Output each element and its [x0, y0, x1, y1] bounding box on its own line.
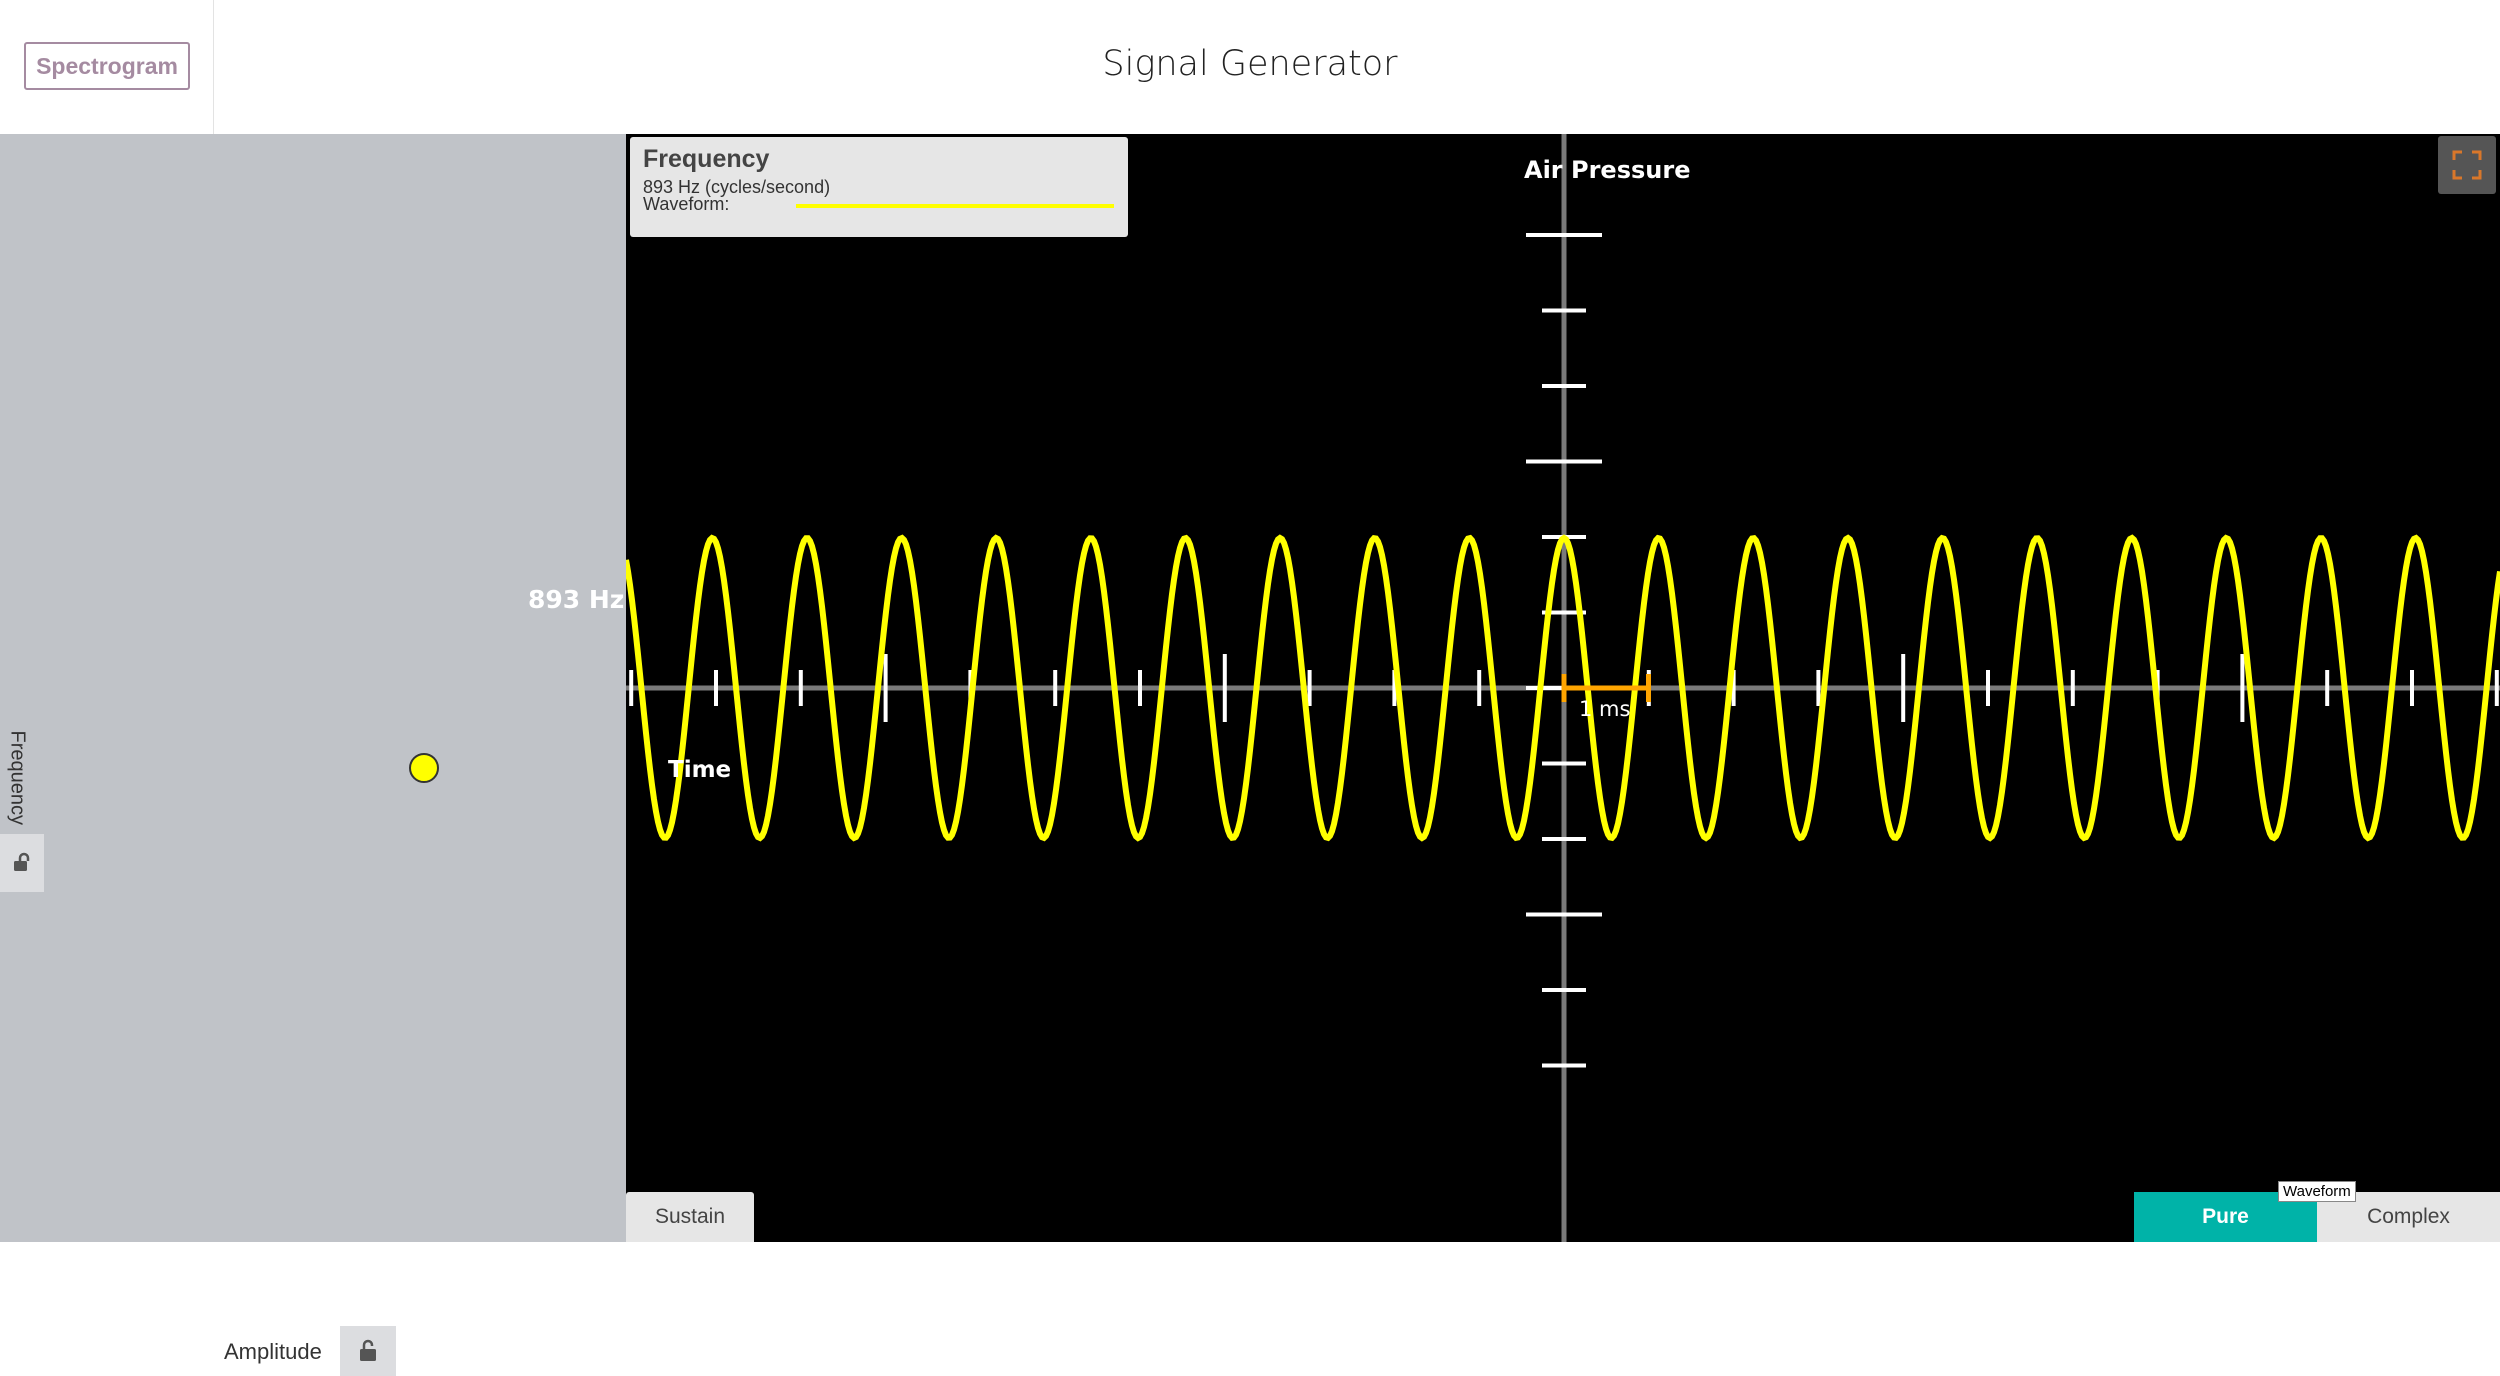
- frequency-amplitude-panel[interactable]: Frequency Amplitude: [0, 134, 626, 1376]
- waveform-swatch: [796, 204, 1114, 208]
- waveform-svg: Air Pressure Time 1 ms: [626, 134, 2500, 1242]
- x-axis-label: Time: [668, 757, 731, 783]
- amplitude-label: Amplitude: [224, 1339, 322, 1364]
- sustain-button[interactable]: Sustain: [626, 1192, 754, 1242]
- waveform-plot[interactable]: Air Pressure Time 1 ms: [626, 134, 2500, 1242]
- y-axis-label: Air Pressure: [1524, 156, 1690, 184]
- waveform-tooltip: Waveform: [2278, 1181, 2356, 1202]
- frequency-axis-label: Frequency: [6, 730, 29, 826]
- info-waveform-label: Waveform:: [643, 194, 730, 214]
- header: Spectrogram Signal Generator: [0, 0, 2500, 134]
- amplitude-lock-button[interactable]: [340, 1326, 396, 1376]
- page-title: Signal Generator: [1102, 44, 1398, 84]
- frequency-handle[interactable]: [409, 753, 439, 783]
- unlock-icon: [360, 1339, 376, 1361]
- lock-icon: [14, 852, 30, 871]
- fullscreen-button[interactable]: [2438, 136, 2496, 194]
- scale-label: 1 ms: [1579, 697, 1630, 721]
- fullscreen-icon: [2452, 150, 2482, 180]
- frequency-info-box: Frequency 893 Hz (cycles/second) Wavefor…: [630, 137, 1128, 237]
- info-title: Frequency: [643, 145, 770, 173]
- frequency-lock-button[interactable]: [0, 834, 44, 892]
- frequency-readout: 893 Hz: [528, 585, 625, 614]
